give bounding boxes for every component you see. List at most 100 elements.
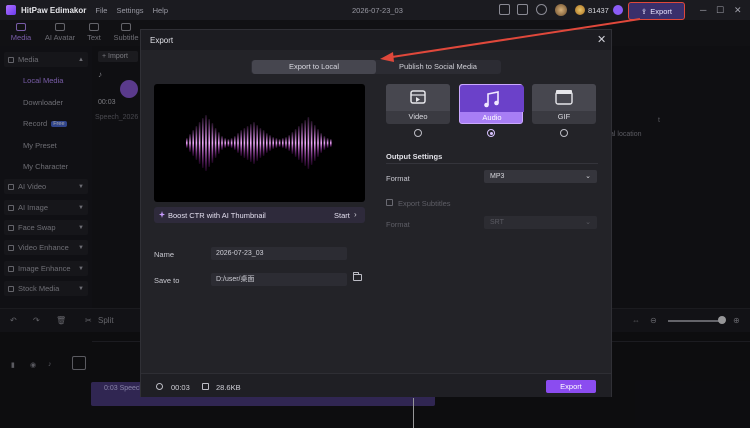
waveform-bar bbox=[323, 136, 326, 150]
subtitle-format-select[interactable]: SRT ⌄ bbox=[484, 216, 597, 229]
export-subtitles-label: Export Subtitles bbox=[398, 199, 451, 208]
sparkle-icon bbox=[159, 211, 165, 218]
menu-file[interactable]: File bbox=[95, 6, 107, 15]
format-card-label: Audio bbox=[482, 113, 502, 122]
format-card-audio[interactable]: Audio bbox=[459, 84, 524, 124]
save-to-label: Save to bbox=[154, 276, 180, 285]
upload-icon: ⇪ bbox=[641, 6, 648, 16]
waveform-bar bbox=[234, 136, 236, 150]
format-card-label: GIF bbox=[557, 112, 571, 121]
waveform-bar bbox=[262, 130, 265, 156]
gif-icon bbox=[555, 90, 573, 105]
premium-badge-icon[interactable] bbox=[613, 5, 623, 15]
export-dialog: Export ✕ Export to Local Publish to Soci… bbox=[140, 29, 612, 397]
waveform-bar bbox=[237, 133, 239, 153]
format-select-value: MP3 bbox=[490, 173, 505, 180]
subtitle-format-label: Format bbox=[386, 220, 410, 229]
waveform-bar bbox=[304, 120, 306, 166]
export-top-button[interactable]: ⇪ Export bbox=[628, 2, 685, 20]
waveform-bar bbox=[317, 129, 319, 157]
boost-text: Boost CTR with AI Thumbnail bbox=[168, 211, 266, 220]
export-top-label: Export bbox=[650, 6, 672, 16]
close-icon[interactable]: ✕ bbox=[597, 33, 606, 46]
waveform-bar bbox=[294, 129, 297, 157]
minimize-icon[interactable]: ─ bbox=[700, 5, 706, 15]
format-card-gif[interactable]: GIF bbox=[532, 84, 596, 124]
waveform-bar bbox=[278, 139, 281, 147]
radio-audio[interactable] bbox=[487, 129, 495, 137]
waveform-bar bbox=[301, 123, 303, 163]
divider bbox=[386, 163, 598, 164]
waveform-bar bbox=[208, 119, 210, 167]
waveform-bar bbox=[227, 139, 230, 147]
format-select[interactable]: MP3 ⌄ bbox=[484, 170, 597, 183]
boost-thumbnail-banner[interactable]: Boost CTR with AI Thumbnail Start › bbox=[154, 207, 365, 223]
format-label: Format bbox=[386, 174, 410, 183]
waveform-bar bbox=[214, 128, 217, 158]
close-window-icon[interactable]: ✕ bbox=[734, 5, 742, 16]
maximize-icon[interactable]: ☐ bbox=[716, 5, 724, 16]
waveform-bar bbox=[291, 132, 294, 154]
export-button[interactable]: Export bbox=[546, 380, 596, 393]
tab-publish-to-social-media[interactable]: Publish to Social Media bbox=[376, 60, 500, 74]
waveform-bar bbox=[307, 117, 310, 169]
format-card-video[interactable]: Video bbox=[386, 84, 450, 124]
music-note-icon bbox=[484, 91, 499, 108]
document-title: 2026-07-23_03 bbox=[352, 6, 403, 15]
avatar[interactable] bbox=[555, 4, 567, 16]
save-path-input[interactable]: D:/user/桌面 bbox=[211, 273, 347, 286]
waveform-bar bbox=[272, 137, 274, 149]
format-icon-area bbox=[460, 85, 524, 112]
app-logo-icon bbox=[6, 5, 16, 15]
clock-icon bbox=[156, 383, 163, 390]
name-input[interactable]: 2026-07-23_03 bbox=[211, 247, 347, 260]
export-duration: 00:03 bbox=[171, 383, 190, 392]
waveform-bar bbox=[202, 118, 204, 168]
file-size-icon bbox=[202, 383, 209, 390]
waveform-bar bbox=[275, 138, 278, 148]
waveform-bar bbox=[266, 133, 268, 153]
folder-icon[interactable] bbox=[353, 272, 362, 281]
boost-start-button[interactable]: Start bbox=[334, 211, 350, 220]
menu-help[interactable]: Help bbox=[153, 6, 168, 15]
waveform-bar bbox=[198, 122, 201, 164]
waveform-bar bbox=[211, 123, 214, 163]
chevron-right-icon: › bbox=[354, 210, 357, 219]
waveform-bar bbox=[221, 136, 223, 150]
waveform-bar bbox=[314, 125, 316, 161]
waveform-bar bbox=[240, 130, 242, 156]
audio-preview bbox=[154, 84, 365, 202]
output-settings-title: Output Settings bbox=[386, 152, 443, 161]
waveform-bar bbox=[298, 126, 300, 160]
waveform-bar bbox=[243, 128, 246, 158]
waveform-bar bbox=[224, 138, 226, 148]
format-icon-area bbox=[532, 84, 596, 111]
waveform-bar bbox=[195, 126, 198, 160]
chevron-down-icon: ⌄ bbox=[585, 173, 591, 180]
waveform-bar bbox=[326, 138, 329, 148]
message-icon[interactable] bbox=[517, 4, 528, 15]
monitor-icon[interactable] bbox=[499, 4, 510, 15]
dialog-title: Export bbox=[150, 36, 174, 45]
export-mode-switch: Export to Local Publish to Social Media bbox=[251, 60, 501, 74]
waveform-bar bbox=[253, 122, 255, 164]
waveform-bar bbox=[269, 135, 271, 151]
waveform-bar bbox=[218, 132, 220, 154]
export-subtitles-checkbox[interactable] bbox=[386, 199, 393, 206]
radio-video[interactable] bbox=[414, 129, 422, 137]
menu-settings[interactable]: Settings bbox=[116, 6, 143, 15]
export-file-size: 28.6KB bbox=[216, 383, 241, 392]
format-card-label: Video bbox=[408, 112, 428, 121]
waveform-bar bbox=[285, 137, 287, 149]
download-icon[interactable] bbox=[536, 4, 547, 15]
waveform-bar bbox=[320, 133, 322, 153]
waveform-bar bbox=[256, 125, 258, 161]
waveform-visual bbox=[186, 115, 332, 171]
subtitle-format-value: SRT bbox=[490, 219, 504, 226]
tab-export-to-local[interactable]: Export to Local bbox=[252, 60, 376, 74]
waveform-bar bbox=[250, 124, 252, 162]
radio-gif[interactable] bbox=[560, 129, 568, 137]
chevron-down-icon: ⌄ bbox=[585, 219, 591, 226]
credits-count: 81437 bbox=[588, 6, 609, 15]
name-label: Name bbox=[154, 250, 175, 259]
